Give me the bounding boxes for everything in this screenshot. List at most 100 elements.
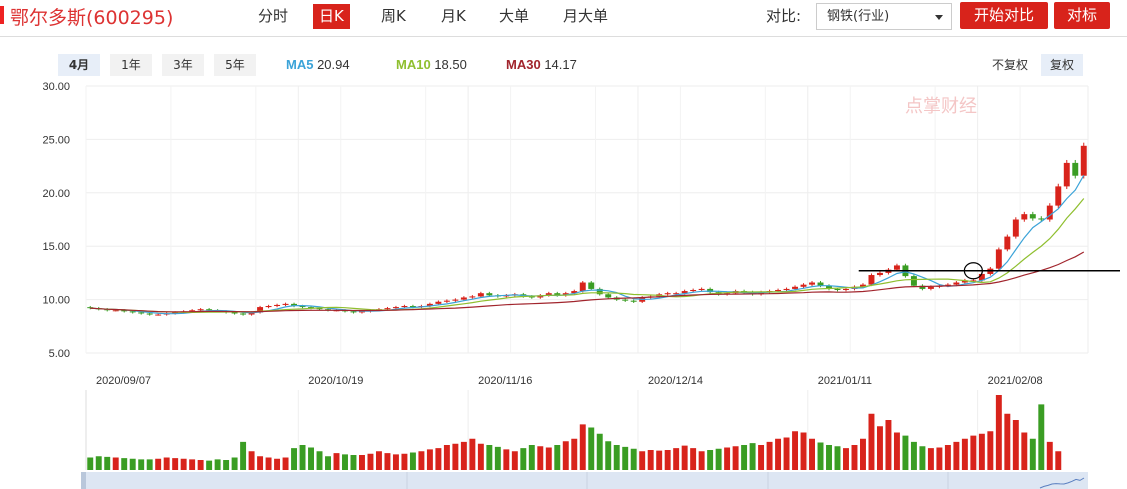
volume-bar [885,420,892,470]
volume-bar [944,445,951,470]
candle-body [1080,145,1087,176]
candle-body [460,297,467,300]
volume-bar [741,445,748,470]
volume-bar [494,446,501,470]
volume-bar [469,438,476,470]
volume-bar [138,459,145,470]
volume-bar [384,453,391,470]
volume-bar [299,445,306,470]
candle-body [664,293,671,295]
candle-body [146,313,153,315]
volume-bar [223,460,230,470]
candle-body [435,301,442,304]
volume-bar [274,458,281,470]
candle-body [469,296,476,298]
volume-bar [308,447,314,470]
volume-bar [613,445,620,470]
volume-bar [707,450,714,470]
kline-chart[interactable]: 点掌财经 30.00 25.00 20.00 15.00 10.00 5.00 2020/… [0,0,1127,489]
volume-bar [758,445,765,470]
y-tick-label: 15.00 [42,241,70,253]
candle-body [1029,214,1036,219]
candle-body [893,265,900,270]
candle-body [384,308,391,310]
volume-bar [486,445,493,470]
volume-bar [426,449,433,470]
volume-bar [970,435,977,470]
volume-bar [172,458,179,470]
volume-bar [554,445,561,470]
volume-bar [95,456,102,470]
candle-body [155,314,162,316]
candle-body [868,275,875,285]
candle-body [231,312,238,314]
volume-bar [316,451,323,470]
watermark: 点掌财经 [905,96,977,117]
candle-body [138,312,145,314]
candle-body [800,284,807,287]
volume-bar [1021,432,1028,470]
candle-body [1063,162,1070,187]
candle-body [834,288,841,290]
volume-bar [622,446,629,470]
candle-body [1055,186,1062,206]
volume-bar [291,448,298,470]
candle-body [452,299,459,301]
candles [87,142,1087,316]
x-axis: 2020/09/07 2020/10/19 2020/11/16 2020/12/14… [96,375,1043,387]
volume-bar [978,433,985,470]
candle-body [792,286,799,289]
volume-bar [749,443,756,470]
volume-bar [775,438,782,470]
candle-body [783,288,790,290]
candle-body [1072,162,1079,176]
volume-bar [783,437,790,470]
navigator-window [81,472,1088,489]
volume-bar [936,447,943,470]
candle-body [443,300,450,302]
volume-bar [1046,441,1053,470]
volume-bar [843,448,849,470]
candle-body [775,289,782,292]
volume-bar [520,448,527,470]
x-tick-label: 2020/09/07 [96,375,151,387]
candle-body [486,293,493,296]
candle-body [927,286,934,289]
y-axis: 30.00 25.00 20.00 15.00 10.00 5.00 [42,81,70,360]
candle-body [265,306,272,308]
volume-bar [562,441,569,470]
volume-bar [257,456,264,470]
volume-bar [834,446,841,470]
candle-body [588,282,595,289]
volume-bar [596,433,603,470]
volume-bars [87,395,1062,470]
volume-bar [698,451,705,470]
volume-bar [443,445,450,470]
volume-bar [809,438,815,470]
volume-bar [961,438,968,470]
volume-bar [359,455,365,470]
candle-body [112,310,119,312]
volume-bar [800,432,807,470]
volume-bar [605,441,612,470]
candle-body [401,306,408,308]
volume-bar [240,441,247,470]
volume-bar [766,441,773,470]
candle-body [910,276,917,286]
candle-body [1038,218,1045,220]
volume-bar [1038,404,1045,470]
volume-bar [418,451,425,470]
volume-bar [231,457,238,470]
volume-bar [146,459,153,470]
candle-body [392,307,399,309]
candle-body [350,311,357,313]
volume-bar [409,452,416,470]
volume-bar [104,456,111,470]
candle-body [1004,236,1011,250]
y-tick-label: 5.00 [49,348,70,360]
volume-bar [715,448,722,470]
volume-bar [265,457,272,470]
volume-bar [477,443,484,470]
navigator [81,472,1088,489]
volume-bar [129,458,136,470]
